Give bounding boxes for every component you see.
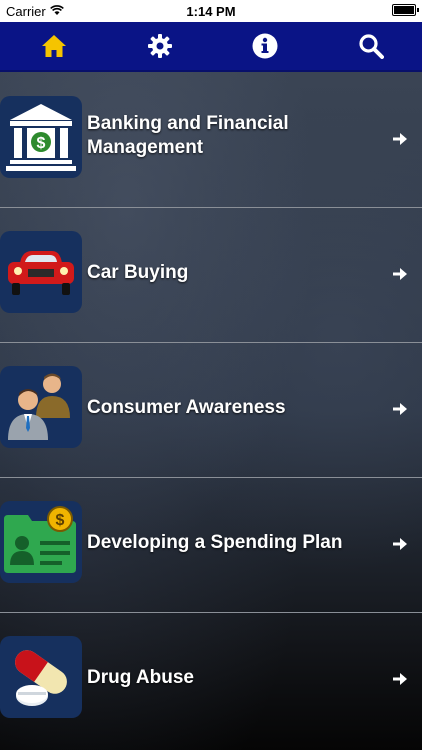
topic-label-consumer-awareness: Consumer Awareness: [87, 397, 286, 418]
arrow-right-icon: [393, 673, 407, 685]
topic-row-drug-abuse[interactable]: Drug Abuse: [0, 612, 422, 747]
gear-icon: [148, 34, 172, 58]
topic-label-spending-plan: Developing a Spending Plan: [87, 532, 343, 553]
nav-bar: [0, 22, 422, 72]
bank-icon: $: [0, 96, 82, 178]
topic-list: $ Banking and Financial Management Car B…: [0, 72, 422, 750]
status-time: 1:14 PM: [186, 4, 236, 19]
info-icon: [252, 33, 278, 59]
info-button[interactable]: [251, 32, 279, 60]
arrow-right-icon: [393, 133, 407, 145]
search-icon: [359, 34, 384, 59]
topic-label-banking: Banking and Financial Management: [87, 113, 289, 158]
car-icon: [0, 231, 82, 313]
arrow-right-icon: [393, 268, 407, 280]
topic-row-car-buying[interactable]: Car Buying: [0, 207, 422, 343]
arrow-right-icon: [393, 403, 407, 415]
svg-text:$: $: [37, 135, 46, 152]
topic-label-car-buying: Car Buying: [87, 262, 189, 283]
topic-row-consumer-awareness[interactable]: Consumer Awareness: [0, 342, 422, 478]
topic-row-banking[interactable]: $ Banking and Financial Management: [0, 72, 422, 208]
status-right: [392, 4, 419, 16]
home-icon: [42, 35, 66, 57]
topic-label-drug-abuse: Drug Abuse: [87, 667, 194, 688]
consumers-icon: [0, 366, 82, 448]
svg-text:$: $: [56, 512, 65, 529]
id-card-dollar-icon: $: [0, 501, 82, 583]
status-bar: Carrier 1:14 PM: [0, 0, 422, 22]
settings-button[interactable]: [146, 32, 174, 60]
arrow-right-icon: [393, 538, 407, 550]
battery-icon: [392, 4, 419, 16]
home-button[interactable]: [40, 32, 68, 60]
topic-row-spending-plan[interactable]: $ Developing a Spending Plan: [0, 477, 422, 613]
pills-icon: [0, 636, 82, 718]
search-button[interactable]: [357, 32, 385, 60]
